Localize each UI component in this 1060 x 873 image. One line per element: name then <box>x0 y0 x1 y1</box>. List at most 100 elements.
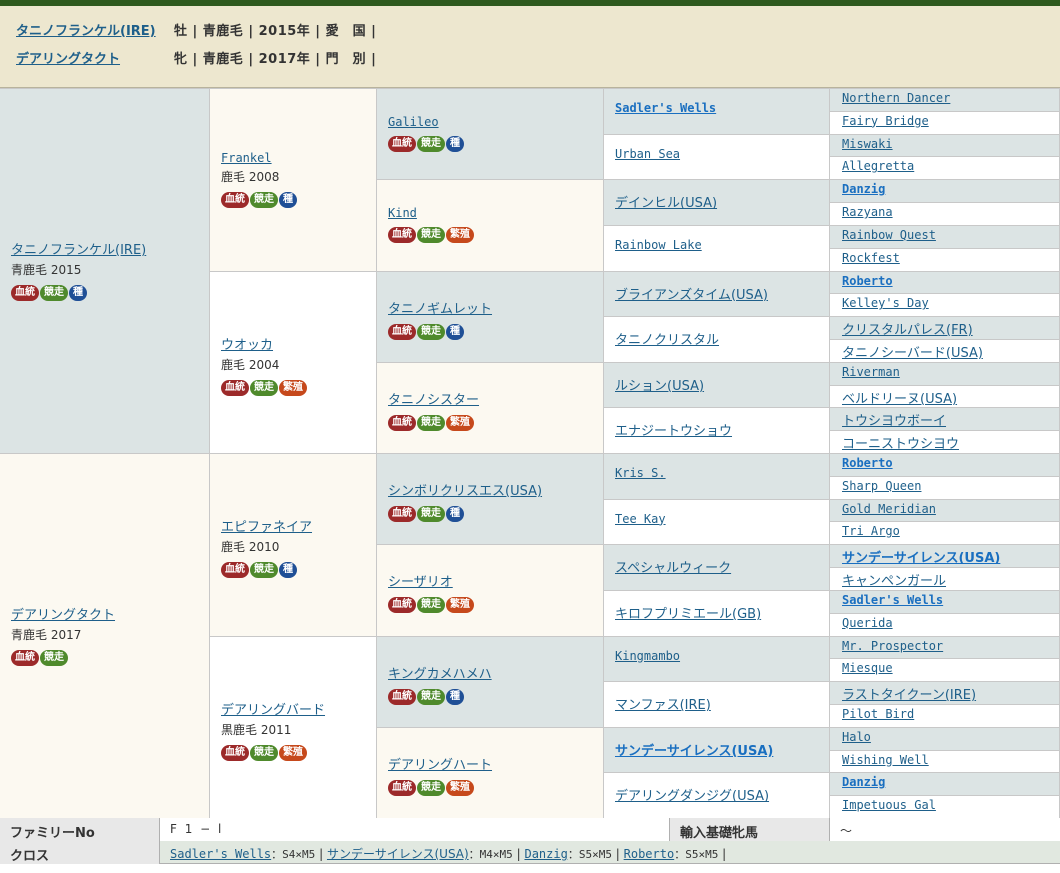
horse-link[interactable]: スペシャルウィーク <box>615 557 731 576</box>
badge-broodmare[interactable]: 繁殖 <box>446 414 474 431</box>
horse-link[interactable]: Miesque <box>842 661 893 675</box>
horse-link[interactable]: Danzig <box>842 182 885 196</box>
horse-link[interactable]: デアリングダンジグ(USA) <box>615 785 769 804</box>
badge-pedigree[interactable]: 血統 <box>11 650 39 666</box>
badge-race[interactable]: 競走 <box>250 192 278 208</box>
cross-horse-link[interactable]: Roberto <box>624 847 675 861</box>
header-horse-link[interactable]: タニノフランケル(IRE) <box>16 20 174 39</box>
horse-link[interactable]: サンデーサイレンス(USA) <box>615 740 773 759</box>
horse-link[interactable]: Tri Argo <box>842 524 900 538</box>
horse-link[interactable]: Gold Meridian <box>842 502 936 516</box>
badge-pedigree[interactable]: 血統 <box>388 136 416 152</box>
badge-race[interactable]: 競走 <box>40 650 68 666</box>
cross-horse-link[interactable]: Sadler's Wells <box>170 847 271 861</box>
badge-pedigree[interactable]: 血統 <box>388 323 416 340</box>
horse-link[interactable]: タニノギムレット <box>388 298 492 317</box>
horse-link[interactable]: マンファス(IRE) <box>615 694 711 713</box>
horse-link[interactable]: シンボリクリスエス(USA) <box>388 480 542 499</box>
horse-link[interactable]: Miswaki <box>842 137 893 151</box>
badge-broodmare[interactable]: 繁殖 <box>279 744 307 761</box>
horse-link[interactable]: Halo <box>842 730 871 744</box>
badge-stud[interactable]: 種 <box>279 562 297 578</box>
badge-stud[interactable]: 種 <box>446 688 464 705</box>
horse-link[interactable]: ベルドリーヌ(USA) <box>842 388 957 407</box>
badge-broodmare[interactable]: 繁殖 <box>446 227 474 244</box>
horse-link[interactable]: Wishing Well <box>842 753 929 767</box>
badge-race[interactable]: 競走 <box>250 562 278 578</box>
horse-link[interactable]: Frankel <box>221 151 298 165</box>
horse-link[interactable]: トウシヨウボーイ <box>842 410 946 429</box>
badge-stud[interactable]: 種 <box>446 506 464 522</box>
horse-link[interactable]: タニノクリスタル <box>615 329 719 348</box>
header-horse-link[interactable]: デアリングタクト <box>16 48 174 67</box>
badge-pedigree[interactable]: 血統 <box>221 744 249 761</box>
badge-pedigree[interactable]: 血統 <box>11 285 39 301</box>
horse-link[interactable]: Rainbow Quest <box>842 228 936 242</box>
horse-link[interactable]: Fairy Bridge <box>842 114 929 128</box>
horse-link[interactable]: ラストタイクーン(IRE) <box>842 684 976 703</box>
horse-link[interactable]: Rainbow Lake <box>615 238 702 252</box>
horse-link[interactable]: Kelley's Day <box>842 296 929 310</box>
horse-link[interactable]: キングカメハメハ <box>388 663 492 682</box>
badge-race[interactable]: 競走 <box>40 285 68 301</box>
horse-link[interactable]: Rockfest <box>842 251 900 265</box>
horse-link[interactable]: Sadler's Wells <box>842 593 943 607</box>
horse-link[interactable]: Roberto <box>842 456 893 470</box>
badge-race[interactable]: 競走 <box>417 136 445 152</box>
badge-pedigree[interactable]: 血統 <box>388 506 416 522</box>
horse-link[interactable]: クリスタルパレス(FR) <box>842 319 973 338</box>
horse-link[interactable]: ブライアンズタイム(USA) <box>615 284 768 303</box>
horse-link[interactable]: デインヒル(USA) <box>615 192 717 211</box>
badge-race[interactable]: 競走 <box>417 227 445 244</box>
cross-horse-link[interactable]: サンデーサイレンス(USA) <box>327 847 469 861</box>
horse-link[interactable]: シーザリオ <box>388 571 475 590</box>
cross-horse-link[interactable]: Danzig <box>524 847 567 861</box>
badge-pedigree[interactable]: 血統 <box>221 562 249 578</box>
badge-race[interactable]: 競走 <box>417 779 445 796</box>
badge-stud[interactable]: 種 <box>446 136 464 152</box>
badge-race[interactable]: 競走 <box>417 597 445 614</box>
horse-link[interactable]: Northern Dancer <box>842 91 950 105</box>
badge-race[interactable]: 競走 <box>417 688 445 705</box>
horse-link[interactable]: Urban Sea <box>615 147 680 161</box>
badge-race[interactable]: 競走 <box>417 414 445 431</box>
horse-link[interactable]: キロフプリミエール(GB) <box>615 603 761 622</box>
horse-link[interactable]: Roberto <box>842 274 893 288</box>
horse-link[interactable]: ウオッカ <box>221 334 308 353</box>
badge-pedigree[interactable]: 血統 <box>388 688 416 705</box>
horse-link[interactable]: デアリングタクト <box>11 604 115 623</box>
badge-pedigree[interactable]: 血統 <box>388 414 416 431</box>
badge-broodmare[interactable]: 繁殖 <box>446 779 474 796</box>
badge-stud[interactable]: 種 <box>279 192 297 208</box>
horse-link[interactable]: Impetuous Gal <box>842 798 936 812</box>
badge-race[interactable]: 競走 <box>417 506 445 522</box>
horse-link[interactable]: タニノシスター <box>388 389 479 408</box>
horse-link[interactable]: Tee Kay <box>615 512 666 526</box>
badge-pedigree[interactable]: 血統 <box>388 227 416 244</box>
badge-broodmare[interactable]: 繁殖 <box>279 379 307 396</box>
badge-broodmare[interactable]: 繁殖 <box>446 597 474 614</box>
horse-link[interactable]: エナジートウショウ <box>615 420 732 439</box>
horse-link[interactable]: Razyana <box>842 205 893 219</box>
horse-link[interactable]: Kind <box>388 206 475 220</box>
horse-link[interactable]: Mr. Prospector <box>842 639 943 653</box>
horse-link[interactable]: Sharp Queen <box>842 479 921 493</box>
horse-link[interactable]: デアリングバード <box>221 699 325 718</box>
horse-link[interactable]: タニノフランケル(IRE) <box>11 239 146 258</box>
badge-pedigree[interactable]: 血統 <box>221 192 249 208</box>
badge-race[interactable]: 競走 <box>417 323 445 340</box>
horse-link[interactable]: エピファネイア <box>221 516 312 535</box>
horse-link[interactable]: キャンペンガール <box>842 570 946 589</box>
badge-race[interactable]: 競走 <box>250 379 278 396</box>
horse-link[interactable]: Kingmambo <box>615 649 680 663</box>
horse-link[interactable]: コーニストウシヨウ <box>842 433 959 452</box>
badge-stud[interactable]: 種 <box>69 285 87 301</box>
horse-link[interactable]: Galileo <box>388 115 465 129</box>
horse-link[interactable]: Querida <box>842 616 893 630</box>
horse-link[interactable]: Danzig <box>842 775 885 789</box>
badge-pedigree[interactable]: 血統 <box>221 379 249 396</box>
horse-link[interactable]: Kris S. <box>615 466 666 480</box>
horse-link[interactable]: Riverman <box>842 365 900 379</box>
badge-race[interactable]: 競走 <box>250 744 278 761</box>
badge-pedigree[interactable]: 血統 <box>388 597 416 614</box>
